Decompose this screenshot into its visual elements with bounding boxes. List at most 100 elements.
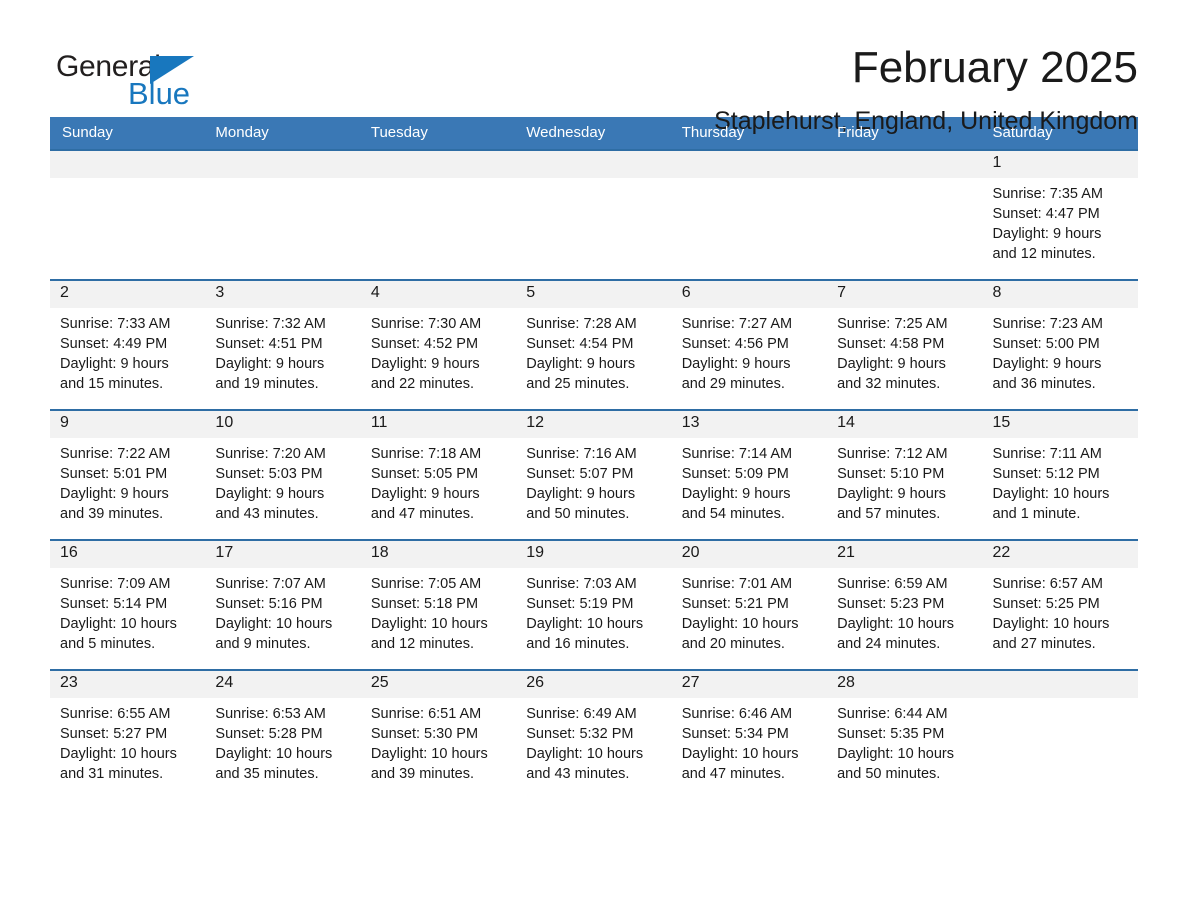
day-number: 8: [982, 281, 1138, 308]
calendar-week-row: 1 Sunrise: 7:35 AM Sunset: 4:47 PM Daylight…: [50, 149, 1138, 280]
calendar-day-cell[interactable]: 24 Sunrise: 6:53 AM Sunset: 5:28 PM Dayligh…: [205, 669, 361, 799]
calendar-day-cell[interactable]: 7 Sunrise: 7:25 AM Sunset: 4:58 PM Daylight…: [827, 279, 983, 410]
day-number: 11: [360, 411, 517, 438]
sunrise-text: Sunrise: 6:51 AM: [370, 706, 482, 722]
daylight-text-line1: Daylight: 9 hours: [526, 356, 636, 372]
calendar-day-cell[interactable]: 14 Sunrise: 7:12 AM Sunset: 5:10 PM Dayligh…: [827, 409, 983, 540]
calendar-day-cell[interactable]: 18 Sunrise: 7:05 AM Sunset: 5:18 PM Dayligh…: [360, 539, 517, 670]
calendar-day-cell[interactable]: 2 Sunrise: 7:33 AM Sunset: 4:49 PM Daylight…: [50, 279, 206, 410]
day-number: 17: [205, 541, 361, 568]
day-number: [982, 671, 1138, 698]
daylight-text-line1: Daylight: 9 hours: [681, 486, 791, 502]
day-details: Sunrise: 7:12 AM Sunset: 5:10 PM Daylight:…: [827, 438, 982, 524]
daylight-text-line1: Daylight: 10 hours: [370, 616, 488, 632]
sunrise-text: Sunrise: 7:11 AM: [992, 446, 1102, 462]
calendar-day-cell[interactable]: 12 Sunrise: 7:16 AM Sunset: 5:07 PM Dayligh…: [516, 409, 672, 540]
sunrise-text: Sunrise: 7:25 AM: [837, 316, 948, 332]
sunset-text: Sunset: 5:21 PM: [681, 596, 789, 612]
daylight-text-line1: Daylight: 10 hours: [681, 616, 799, 632]
calendar-day-cell[interactable]: 4 Sunrise: 7:30 AM Sunset: 4:52 PM Daylight…: [360, 279, 517, 410]
sunrise-text: Sunrise: 7:32 AM: [215, 316, 326, 332]
day-details: Sunrise: 7:18 AM Sunset: 5:05 PM Daylight:…: [361, 438, 516, 524]
calendar-day-cell[interactable]: 22 Sunrise: 6:57 AM Sunset: 5:25 PM Dayligh…: [982, 539, 1138, 670]
day-details: Sunrise: 7:01 AM Sunset: 5:21 PM Daylight:…: [672, 568, 827, 654]
calendar-week-row: 16 Sunrise: 7:09 AM Sunset: 5:14 PM Dayligh…: [50, 539, 1138, 670]
generalblue-logo[interactable]: General Blue: [50, 44, 250, 114]
calendar-day-cell-empty: [516, 149, 672, 280]
daylight-text-line1: Daylight: 9 hours: [837, 356, 946, 372]
calendar-day-cell[interactable]: 15 Sunrise: 7:11 AM Sunset: 5:12 PM Dayligh…: [982, 409, 1138, 540]
daylight-text-line1: Daylight: 9 hours: [992, 356, 1102, 372]
sunset-text: Sunset: 5:25 PM: [992, 596, 1100, 612]
sunset-text: Sunset: 5:00 PM: [992, 336, 1100, 352]
calendar-day-cell[interactable]: 20 Sunrise: 7:01 AM Sunset: 5:21 PM Dayligh…: [671, 539, 828, 670]
daylight-text-line2: and 25 minutes.: [526, 376, 630, 392]
day-details: Sunrise: 7:32 AM Sunset: 4:51 PM Daylight:…: [205, 308, 360, 394]
daylight-text-line1: Daylight: 10 hours: [526, 746, 644, 762]
day-number: 18: [360, 541, 517, 568]
day-number: 6: [671, 281, 828, 308]
sunrise-text: Sunrise: 7:07 AM: [215, 576, 326, 592]
calendar-day-cell-empty: [982, 669, 1138, 799]
daylight-text-line1: Daylight: 9 hours: [215, 356, 325, 372]
day-number: 9: [50, 411, 206, 438]
calendar-day-cell[interactable]: 19 Sunrise: 7:03 AM Sunset: 5:19 PM Dayligh…: [516, 539, 672, 670]
sunrise-text: Sunrise: 7:35 AM: [992, 186, 1103, 202]
sunset-text: Sunset: 5:14 PM: [60, 596, 168, 612]
calendar-day-cell[interactable]: 8 Sunrise: 7:23 AM Sunset: 5:00 PM Daylight…: [982, 279, 1138, 410]
logo-text-blue: Blue: [128, 76, 191, 111]
daylight-text-line2: and 32 minutes.: [837, 376, 941, 392]
daylight-text-line2: and 47 minutes.: [681, 766, 785, 782]
calendar-day-cell[interactable]: 16 Sunrise: 7:09 AM Sunset: 5:14 PM Dayligh…: [50, 539, 206, 670]
sunset-text: Sunset: 4:51 PM: [215, 336, 323, 352]
daylight-text-line2: and 29 minutes.: [681, 376, 785, 392]
calendar-day-cell[interactable]: 11 Sunrise: 7:18 AM Sunset: 5:05 PM Dayligh…: [360, 409, 517, 540]
daylight-text-line1: Daylight: 9 hours: [681, 356, 791, 372]
calendar-day-cell[interactable]: 28 Sunrise: 6:44 AM Sunset: 5:35 PM Dayligh…: [827, 669, 983, 799]
daylight-text-line2: and 31 minutes.: [60, 766, 164, 782]
calendar-day-cell[interactable]: 6 Sunrise: 7:27 AM Sunset: 4:56 PM Daylight…: [671, 279, 828, 410]
sunset-text: Sunset: 5:35 PM: [837, 726, 945, 742]
calendar-week-row: 9 Sunrise: 7:22 AM Sunset: 5:01 PM Daylight…: [50, 409, 1138, 540]
calendar-day-cell[interactable]: 13 Sunrise: 7:14 AM Sunset: 5:09 PM Dayligh…: [671, 409, 828, 540]
calendar-day-cell[interactable]: 5 Sunrise: 7:28 AM Sunset: 4:54 PM Daylight…: [516, 279, 672, 410]
daylight-text-line2: and 54 minutes.: [681, 506, 785, 522]
day-details: Sunrise: 7:09 AM Sunset: 5:14 PM Daylight:…: [50, 568, 205, 654]
day-number: 12: [516, 411, 672, 438]
sunset-text: Sunset: 5:10 PM: [837, 466, 945, 482]
daylight-text-line1: Daylight: 9 hours: [526, 486, 636, 502]
calendar-day-cell[interactable]: 26 Sunrise: 6:49 AM Sunset: 5:32 PM Dayligh…: [516, 669, 672, 799]
calendar-day-cell[interactable]: 17 Sunrise: 7:07 AM Sunset: 5:16 PM Dayligh…: [205, 539, 361, 670]
calendar-day-cell[interactable]: 9 Sunrise: 7:22 AM Sunset: 5:01 PM Daylight…: [50, 409, 206, 540]
day-details: Sunrise: 6:53 AM Sunset: 5:28 PM Daylight:…: [205, 698, 360, 784]
calendar-day-cell[interactable]: 25 Sunrise: 6:51 AM Sunset: 5:30 PM Dayligh…: [360, 669, 517, 799]
calendar-day-cell[interactable]: 27 Sunrise: 6:46 AM Sunset: 5:34 PM Dayligh…: [671, 669, 828, 799]
calendar-week-row: 2 Sunrise: 7:33 AM Sunset: 4:49 PM Daylight…: [50, 279, 1138, 410]
day-number: 14: [827, 411, 983, 438]
calendar-day-cell[interactable]: 10 Sunrise: 7:20 AM Sunset: 5:03 PM Dayligh…: [205, 409, 361, 540]
sunrise-text: Sunrise: 6:46 AM: [681, 706, 793, 722]
calendar-day-cell[interactable]: 21 Sunrise: 6:59 AM Sunset: 5:23 PM Dayligh…: [827, 539, 983, 670]
daylight-text-line1: Daylight: 10 hours: [215, 616, 333, 632]
day-number: 26: [516, 671, 672, 698]
day-number: 25: [360, 671, 517, 698]
day-number: [50, 151, 206, 178]
page-title: February 2025: [851, 43, 1138, 92]
day-details: Sunrise: 7:25 AM Sunset: 4:58 PM Daylight:…: [827, 308, 982, 394]
day-number: 10: [205, 411, 361, 438]
calendar-day-cell[interactable]: 1 Sunrise: 7:35 AM Sunset: 4:47 PM Daylight…: [982, 149, 1138, 280]
day-details: Sunrise: 6:49 AM Sunset: 5:32 PM Daylight:…: [516, 698, 671, 784]
daylight-text-line2: and 20 minutes.: [681, 636, 785, 652]
daylight-text-line2: and 1 minute.: [992, 506, 1081, 522]
calendar-day-cell[interactable]: 23 Sunrise: 6:55 AM Sunset: 5:27 PM Dayligh…: [50, 669, 206, 799]
day-details: Sunrise: 7:22 AM Sunset: 5:01 PM Daylight:…: [50, 438, 205, 524]
day-number: 24: [205, 671, 361, 698]
day-number: [360, 151, 517, 178]
daylight-text-line2: and 43 minutes.: [526, 766, 630, 782]
day-number: [827, 151, 983, 178]
calendar-day-cell[interactable]: 3 Sunrise: 7:32 AM Sunset: 4:51 PM Daylight…: [205, 279, 361, 410]
calendar-day-cell-empty: [671, 149, 828, 280]
day-number: 4: [360, 281, 517, 308]
day-number: 19: [516, 541, 672, 568]
sunrise-text: Sunrise: 7:33 AM: [60, 316, 171, 332]
